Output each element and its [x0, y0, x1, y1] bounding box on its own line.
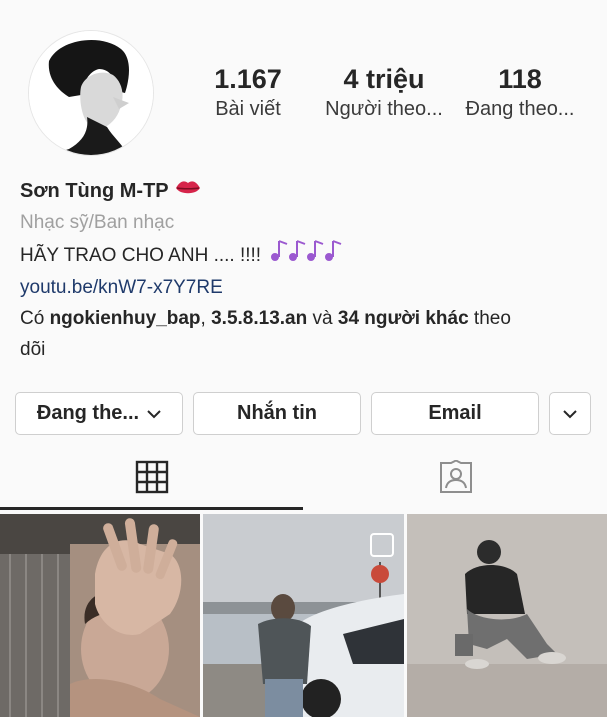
email-button[interactable]: Email [371, 392, 539, 435]
followed-by-suffix: theo [473, 308, 511, 329]
profile-name-row: Sơn Tùng M-TP [20, 176, 590, 207]
following-button-label: Đang the... [36, 402, 140, 424]
following-button[interactable]: Đang the... [15, 392, 183, 435]
suggested-accounts-button[interactable] [549, 392, 591, 435]
active-tab-indicator [0, 507, 303, 510]
post-thumbnail[interactable] [407, 514, 607, 717]
post-image [203, 514, 404, 717]
followers-count: 4 triệu [343, 64, 425, 94]
posts-label: Bài viết [215, 98, 281, 120]
chevron-down-icon [147, 402, 161, 425]
profile-tabs [0, 448, 607, 510]
bio-text: HÃY TRAO CHO ANH .... !!!! [20, 244, 262, 266]
profile-avatar[interactable] [28, 30, 154, 156]
post-image [0, 514, 200, 717]
following-stat[interactable]: 118 Đang theo... [455, 62, 585, 121]
following-label: Đang theo... [465, 98, 575, 120]
music-notes-icon [269, 238, 345, 272]
bio-text-row: HÃY TRAO CHO ANH .... !!!! [20, 238, 590, 272]
tab-posts-grid[interactable] [0, 448, 303, 510]
grid-icon [135, 460, 169, 499]
followers-label: Người theo... [325, 98, 443, 120]
posts-grid [0, 514, 607, 717]
email-button-label: Email [428, 402, 482, 424]
followed-by-others: 34 người khác [337, 308, 469, 329]
posts-count: 1.167 [214, 64, 282, 94]
tagged-person-icon [438, 458, 474, 499]
post-image [407, 514, 607, 717]
followed-by-user1: ngokienhuy_bap [49, 308, 201, 329]
message-button[interactable]: Nhắn tin [193, 392, 361, 435]
followed-by-user2: 3.5.8.13.an [211, 308, 308, 329]
lips-icon [175, 176, 201, 207]
profile-bio: Sơn Tùng M-TP Nhạc sỹ/Ban nhạc HÃY TRAO … [20, 176, 590, 365]
tab-tagged[interactable] [304, 448, 607, 510]
chevron-down-icon [563, 402, 577, 425]
followed-by-and: và [312, 308, 333, 329]
post-thumbnail[interactable] [203, 514, 404, 717]
post-thumbnail[interactable] [0, 514, 200, 717]
avatar-photo [29, 31, 153, 155]
following-count: 118 [498, 64, 542, 94]
followed-by-sep: , [200, 308, 206, 329]
profile-name: Sơn Tùng M-TP [20, 180, 169, 202]
followed-by-suffix2: dõi [20, 339, 46, 360]
posts-stat[interactable]: 1.167 Bài viết [183, 62, 313, 121]
followed-by-text[interactable]: Có ngokienhuy_bap, 3.5.8.13.an và 34 ngư… [20, 303, 590, 365]
followers-stat[interactable]: 4 triệu Người theo... [319, 62, 449, 121]
profile-category: Nhạc sỹ/Ban nhạc [20, 212, 175, 233]
profile-link[interactable]: youtu.be/knW7-x7Y7RE [20, 272, 590, 303]
followed-by-prefix: Có [20, 308, 45, 329]
message-button-label: Nhắn tin [237, 402, 317, 424]
